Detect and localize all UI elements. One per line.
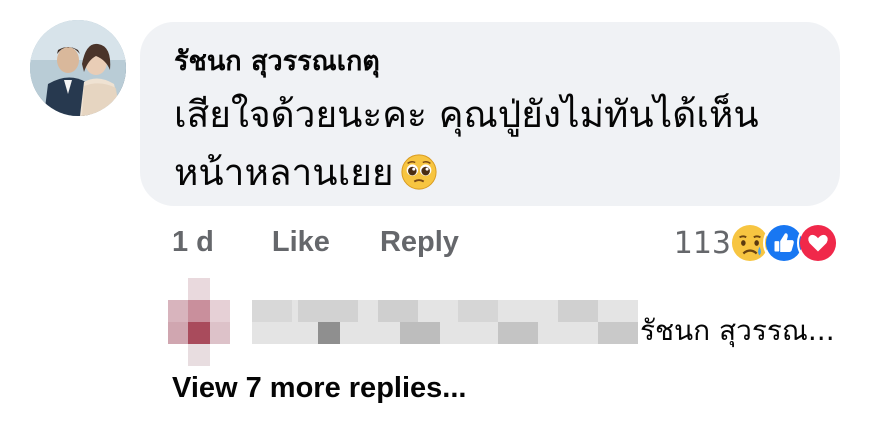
- like-button[interactable]: Like: [272, 226, 330, 259]
- love-heart-icon: [797, 222, 839, 264]
- pixelated-reply-preview: [168, 278, 638, 368]
- comment-bubble: รัชนก สุวรรณเกตุ เสียใจด้วยนะคะ คุณปู่ยั…: [140, 22, 840, 206]
- comment-timestamp[interactable]: 1 d: [172, 226, 214, 259]
- reply-author-name[interactable]: รัชนก สุวรรณ...: [640, 309, 835, 353]
- reply-button[interactable]: Reply: [380, 226, 459, 259]
- view-more-replies-link[interactable]: View 7 more replies...: [172, 372, 466, 405]
- reaction-count: 113: [673, 225, 731, 261]
- reactions-summary[interactable]: 113: [674, 222, 839, 264]
- couple-photo: [30, 20, 126, 116]
- pleading-face-icon: [400, 150, 438, 190]
- comment-text: เสียใจด้วยนะคะ คุณปู่ยังไม่ทันได้เห็นหน้…: [174, 86, 794, 202]
- comment-author[interactable]: รัชนก สุวรรณเกตุ: [174, 44, 806, 80]
- comment-text-body: เสียใจด้วยนะคะ คุณปู่ยังไม่ทันได้เห็นหน้…: [174, 93, 759, 194]
- comment-actions: 1 d Like Reply: [172, 226, 459, 259]
- avatar[interactable]: [30, 20, 126, 116]
